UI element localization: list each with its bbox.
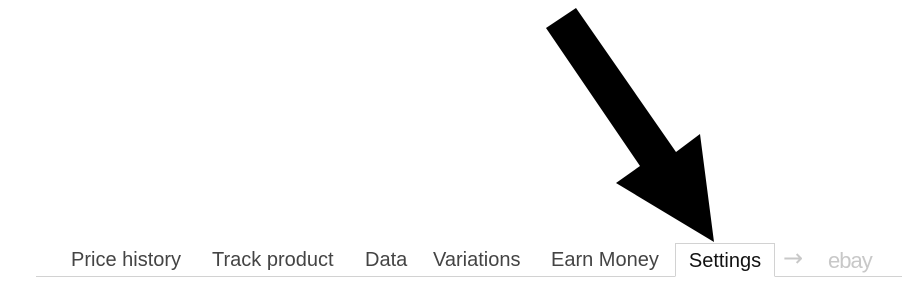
ebay-link[interactable]: ebay bbox=[828, 243, 873, 276]
tab-bar: Price history Track product Data Variati… bbox=[36, 243, 902, 277]
tab-earn-money[interactable]: Earn Money bbox=[551, 243, 659, 276]
tab-price-history[interactable]: Price history bbox=[71, 243, 181, 276]
tab-variations[interactable]: Variations bbox=[433, 243, 520, 276]
right-arrow-icon: → bbox=[783, 244, 804, 272]
tab-settings[interactable]: Settings bbox=[675, 243, 775, 277]
tab-data[interactable]: Data bbox=[365, 243, 407, 276]
tab-track-product[interactable]: Track product bbox=[212, 243, 334, 276]
